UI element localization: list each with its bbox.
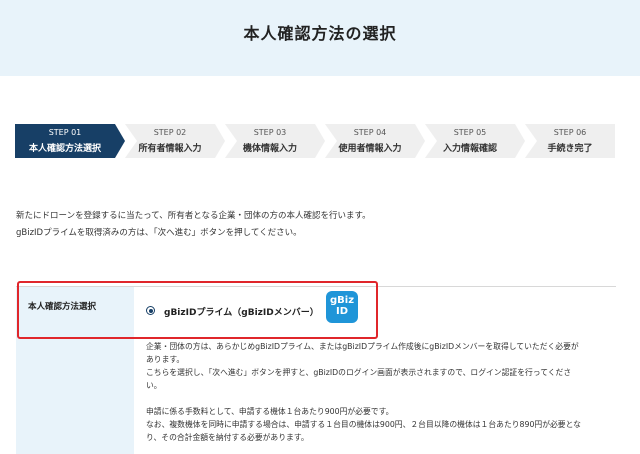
step-label: 所有者情報入力 <box>138 144 202 154</box>
step-label: 機体情報入力 <box>242 144 297 154</box>
step-number: STEP 06 <box>553 128 587 137</box>
step-label: 入力情報確認 <box>442 144 497 154</box>
description-line: あります。 <box>146 355 185 364</box>
page-title: 本人確認方法の選択 <box>243 24 397 43</box>
step-06: STEP 06 手続き完了 <box>525 124 615 158</box>
step-03: STEP 03 機体情報入力 <box>225 124 315 158</box>
description-line: こちらを選択し、「次へ進む」ボタンを押すと、gBizIDのログイン画面が表示され… <box>146 368 572 377</box>
step-01: STEP 01 本人確認方法選択 <box>15 124 115 158</box>
step-label: 手続き完了 <box>547 144 593 154</box>
step-number: STEP 02 <box>153 128 187 137</box>
description-line: 申請に係る手数料として、申請する機体１台あたり900円が必要です。 <box>146 407 394 416</box>
step-indicator: STEP 01 本人確認方法選択 STEP 02 所有者情報入力 STEP 03… <box>15 124 615 158</box>
step-number: STEP 04 <box>353 128 387 137</box>
step-02: STEP 02 所有者情報入力 <box>125 124 215 158</box>
intro-line: gBizIDプライムを取得済みの方は、「次へ進む」ボタンを押してください。 <box>16 228 302 238</box>
intro-text: 新たにドローンを登録するに当たって、所有者となる企業・団体の方の本人確認を行いま… <box>16 208 371 242</box>
description-line: なお、複数機体を同時に申請する場合は、申請する１台目の機体は900円、２台目以降… <box>146 420 581 429</box>
description-line: り、その合計金額を納付する必要があります。 <box>146 433 309 442</box>
step-arrow <box>315 124 325 158</box>
step-number: STEP 01 <box>48 128 82 137</box>
intro-line: 新たにドローンを登録するに当たって、所有者となる企業・団体の方の本人確認を行いま… <box>16 211 371 221</box>
step-04: STEP 04 使用者情報入力 <box>325 124 415 158</box>
step-separator <box>425 124 437 158</box>
description-line: い。 <box>146 381 162 390</box>
step-separator <box>325 124 337 158</box>
step-arrow <box>215 124 225 158</box>
highlight-box <box>17 281 378 339</box>
step-number: STEP 03 <box>253 128 287 137</box>
step-separator <box>225 124 237 158</box>
step-label: 使用者情報入力 <box>338 144 402 154</box>
step-separator <box>525 124 537 158</box>
description-line: 企業・団体の方は、あらかじめgBizIDプライム、またはgBizIDプライム作成… <box>146 342 579 351</box>
step-arrow <box>415 124 425 158</box>
step-label: 本人確認方法選択 <box>28 144 101 154</box>
step-arrow <box>115 124 125 158</box>
step-number: STEP 05 <box>453 128 487 137</box>
step-05: STEP 05 入力情報確認 <box>425 124 515 158</box>
step-separator <box>125 124 137 158</box>
step-arrow <box>515 124 525 158</box>
